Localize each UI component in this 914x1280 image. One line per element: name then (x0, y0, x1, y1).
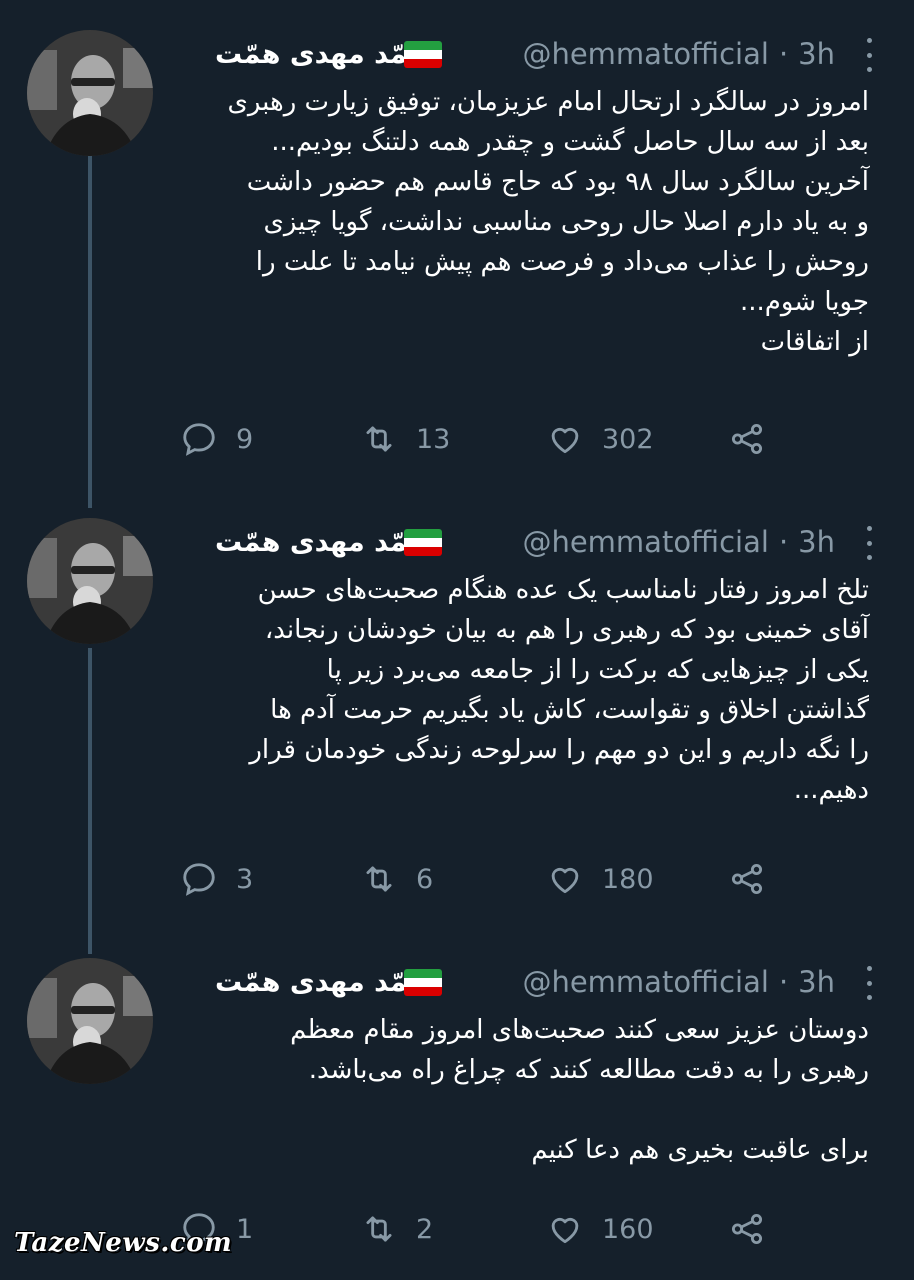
tweet-text: تلخ امروز رفتار نامناسب یک عده هنگام صحب… (163, 570, 869, 810)
tweet-text-line: یکی از چیزهایی که برکت را از جامعه می‌بر… (326, 655, 869, 685)
tweet-actions: 3 6 180 (180, 860, 780, 906)
watermark: TazeNews.com (14, 1228, 233, 1258)
tweet[interactable]: @hemmatofficial · 3h محمّد مهدی همّت دوس… (0, 958, 914, 1268)
more-vertical-icon[interactable] (864, 526, 874, 560)
avatar[interactable] (27, 958, 153, 1084)
tweet-text-line: و به یاد دارم اصلا حال روحی مناسبی نداشت… (263, 207, 869, 237)
reply-count: 1 (236, 1213, 254, 1245)
tweet-text-line: آخرین سالگرد سال ۹۸ بود که حاج قاسم هم ح… (246, 167, 869, 197)
tweet-text-line: امروز در سالگرد ارتحال امام عزیزمان، توف… (227, 87, 869, 117)
tweet-text-line: دهیم... (793, 775, 869, 805)
timestamp[interactable]: 3h (798, 525, 835, 559)
like-button[interactable]: 302 (546, 420, 654, 458)
tweet-text-line: تلخ امروز رفتار نامناسب یک عده هنگام صحب… (257, 575, 869, 605)
share-icon (731, 863, 763, 895)
heart-icon (551, 867, 579, 894)
retweet-icon (366, 426, 392, 452)
more-vertical-icon[interactable] (864, 966, 874, 1000)
like-button[interactable]: 180 (546, 860, 654, 898)
retweet-button[interactable]: 6 (360, 860, 433, 898)
retweet-count: 13 (416, 423, 451, 455)
user-handle[interactable]: @hemmatofficial (522, 965, 768, 999)
share-icon (731, 1213, 763, 1245)
tweet-text-line: دوستان عزیز سعی کنند صحبت‌های امروز مقام… (290, 1015, 869, 1045)
share-button[interactable] (728, 420, 766, 458)
reply-count: 9 (236, 423, 254, 455)
tweet-text-line: را نگه داریم و این دو مهم را سرلوحه زندگ… (249, 735, 869, 765)
tweet-text: دوستان عزیز سعی کنند صحبت‌های امروز مقام… (163, 1010, 869, 1170)
like-count: 302 (602, 423, 654, 455)
tweet-header: @hemmatofficial · 3h (522, 962, 869, 1002)
tweet-header: @hemmatofficial · 3h (522, 522, 869, 562)
reply-count: 3 (236, 863, 254, 895)
tweet-text-line: بعد از سه سال حاصل گشت و چقدر همه دلتنگ … (271, 127, 869, 157)
tweet-text-line: برای عاقبت بخیری هم دعا کنیم (531, 1135, 869, 1165)
separator-dot: · (778, 965, 789, 999)
avatar-photo (27, 958, 153, 1084)
tweet[interactable]: @hemmatofficial · 3h محمّد مهدی همّت امر… (0, 30, 914, 490)
retweet-icon (366, 866, 392, 892)
avatar-photo (27, 518, 153, 644)
more-vertical-icon[interactable] (864, 38, 874, 72)
retweet-count: 6 (416, 863, 434, 895)
tweet[interactable]: @hemmatofficial · 3h محمّد مهدی همّت تلخ… (0, 518, 914, 938)
user-handle[interactable]: @hemmatofficial (522, 37, 768, 71)
iran-flag-icon (404, 969, 442, 996)
tweet-header: @hemmatofficial · 3h (522, 34, 869, 74)
tweet-actions: 1 2 160 (180, 1210, 780, 1256)
share-icon (731, 423, 763, 455)
tweet-text-line: آقای خمینی بود که رهبری را هم به بیان خو… (264, 615, 869, 645)
retweet-button[interactable]: 2 (360, 1210, 433, 1248)
like-count: 160 (602, 1213, 654, 1245)
tweet-text-line: گذاشتن اخلاق و تقواست، کاش یاد بگیریم حر… (270, 695, 869, 725)
iran-flag-icon (404, 529, 442, 556)
retweet-count: 2 (416, 1213, 434, 1245)
iran-flag-icon (404, 41, 442, 68)
share-button[interactable] (728, 1210, 766, 1248)
tweet-text-line: رهبری را به دقت مطالعه کنند که چراغ راه … (308, 1055, 869, 1085)
reply-icon (183, 863, 215, 896)
retweet-button[interactable]: 13 (360, 420, 450, 458)
share-button[interactable] (728, 860, 766, 898)
tweet-text-line: روحش را عذاب می‌داد و فرصت هم پیش نیامد … (255, 247, 869, 277)
reply-button[interactable]: 3 (180, 860, 253, 898)
like-button[interactable]: 160 (546, 1210, 654, 1248)
tweet-text-line (163, 1090, 869, 1130)
separator-dot: · (778, 37, 789, 71)
timestamp[interactable]: 3h (798, 37, 835, 71)
heart-icon (551, 1217, 579, 1244)
heart-icon (551, 427, 579, 454)
avatar-photo (27, 30, 153, 156)
tweet-actions: 9 13 302 (180, 420, 780, 466)
avatar[interactable] (27, 518, 153, 644)
reply-icon (183, 423, 215, 456)
like-count: 180 (602, 863, 654, 895)
avatar[interactable] (27, 30, 153, 156)
reply-button[interactable]: 9 (180, 420, 253, 458)
tweet-text-line: جویا شوم... (739, 287, 869, 317)
user-handle[interactable]: @hemmatofficial (522, 525, 768, 559)
retweet-icon (366, 1216, 392, 1242)
separator-dot: · (778, 525, 789, 559)
tweet-text: امروز در سالگرد ارتحال امام عزیزمان، توف… (163, 82, 869, 362)
timestamp[interactable]: 3h (798, 965, 835, 999)
tweet-text-line: از اتفاقات (760, 327, 869, 357)
